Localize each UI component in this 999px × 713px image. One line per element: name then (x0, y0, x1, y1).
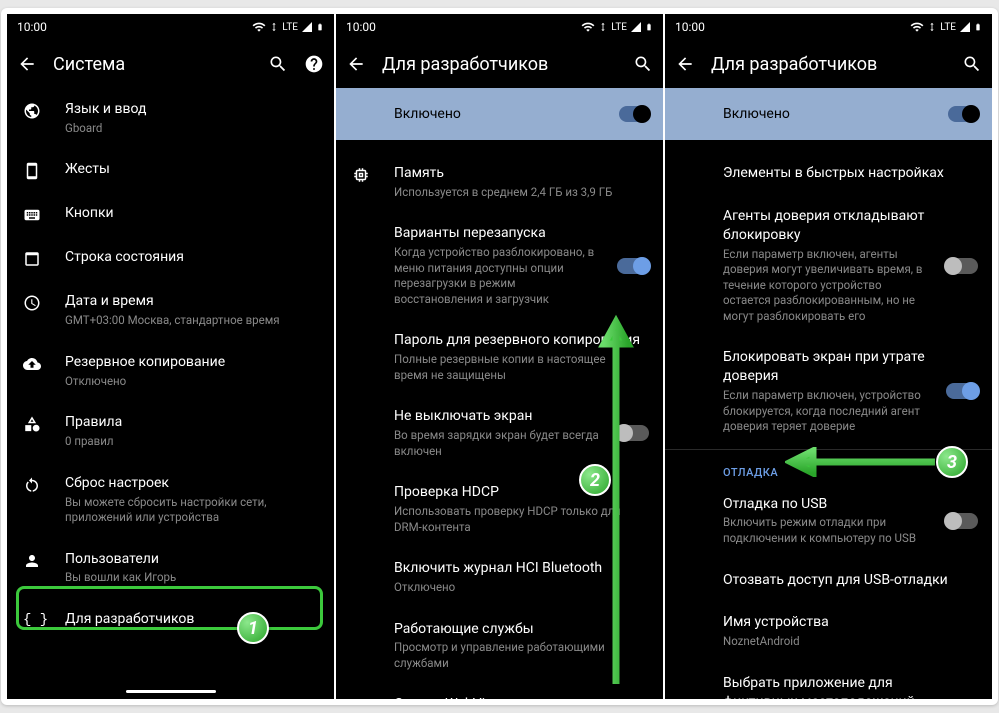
app-bar: Система (7, 40, 334, 88)
item-reset[interactable]: Сброс настроекВы можете сбросить настрой… (7, 462, 334, 538)
rules-icon (23, 415, 41, 433)
gesture-icon (23, 162, 41, 180)
signal-arrows-icon (269, 22, 279, 32)
item-memory[interactable]: ПамятьИспользуется в среднем 2,4 ГБ из 3… (336, 152, 663, 212)
status-time: 10:00 (346, 20, 376, 34)
master-toggle[interactable]: Включено (336, 88, 663, 140)
app-bar: Для разработчиков (665, 40, 992, 88)
battery-icon (974, 20, 982, 34)
network-type: LTE (282, 22, 298, 33)
app-title: Для разработчиков (711, 54, 946, 75)
screen-2: 10:00 LTE Для разработчиков Включено Пам… (336, 14, 663, 699)
chip-icon (352, 166, 370, 184)
battery-icon (645, 20, 653, 34)
search-icon[interactable] (633, 54, 653, 74)
signal-icon (959, 21, 971, 33)
network-type: LTE (611, 22, 627, 33)
wifi-icon (252, 20, 266, 34)
cloud-icon (23, 355, 41, 373)
search-icon[interactable] (962, 54, 982, 74)
app-title: Система (53, 54, 252, 75)
item-statusbar[interactable]: Строка состояния (7, 236, 334, 280)
app-bar: Для разработчиков (336, 40, 663, 88)
status-bar: 10:00 LTE (7, 14, 334, 40)
signal-icon (301, 21, 313, 33)
buttons-icon (23, 206, 41, 224)
switch-lock[interactable] (946, 383, 978, 399)
status-time: 10:00 (17, 20, 47, 34)
master-switch[interactable] (619, 106, 649, 122)
arrow-left (785, 447, 935, 477)
search-icon[interactable] (268, 54, 288, 74)
master-switch[interactable] (948, 106, 978, 122)
wifi-icon (581, 20, 595, 34)
badge-2: 2 (579, 464, 611, 496)
item-developer-options[interactable]: { } Для разработчиков (7, 598, 334, 641)
item-webview[interactable]: Сервис WebView (336, 683, 663, 699)
switch-usb[interactable] (946, 513, 978, 529)
image-container: 10:00 LTE Система Язык и вводGboard Жест… (1, 8, 998, 705)
item-device-name[interactable]: Имя устройстваNoznetAndroid (665, 601, 992, 661)
developer-list[interactable]: Включено Элементы в быстрых настройках А… (665, 88, 992, 699)
item-language[interactable]: Язык и вводGboard (7, 88, 334, 148)
item-datetime[interactable]: Дата и времяGMT+03:00 Москва, стандартно… (7, 280, 334, 340)
status-time: 10:00 (675, 20, 705, 34)
item-restart-options[interactable]: Варианты перезапускаКогда устройство раз… (336, 212, 663, 319)
signal-icon (630, 21, 642, 33)
arrow-up (596, 314, 636, 684)
badge-1: 1 (237, 612, 269, 644)
item-backup[interactable]: Резервное копированиеОтключено (7, 341, 334, 401)
switch-restart[interactable] (617, 258, 649, 274)
network-type: LTE (940, 22, 956, 33)
screen-3: 10:00 LTE Для разработчиков Включено Эле… (665, 14, 992, 699)
back-icon[interactable] (17, 54, 37, 74)
reset-icon (23, 476, 41, 494)
status-icons: LTE (581, 20, 653, 34)
switch-trust[interactable] (946, 258, 978, 274)
globe-icon (23, 102, 41, 120)
status-bar: 10:00 LTE (665, 14, 992, 40)
badge-3: 3 (936, 446, 968, 478)
item-usb-debug[interactable]: Отладка по USBВключить режим отладки при… (665, 483, 992, 559)
app-title: Для разработчиков (382, 54, 617, 75)
settings-list[interactable]: Язык и вводGboard Жесты Кнопки Строка со… (7, 88, 334, 699)
status-icons: LTE (910, 20, 982, 34)
clock-icon (23, 294, 41, 312)
back-icon[interactable] (675, 54, 695, 74)
item-users[interactable]: ПользователиВы вошли как Игорь (7, 538, 334, 598)
master-toggle[interactable]: Включено (665, 88, 992, 140)
braces-icon: { } (23, 612, 48, 629)
item-gestures[interactable]: Жесты (7, 148, 334, 192)
help-icon[interactable] (304, 54, 324, 74)
nav-handle (126, 690, 216, 693)
status-bar: 10:00 LTE (336, 14, 663, 40)
battery-icon (316, 20, 324, 34)
screen-1: 10:00 LTE Система Язык и вводGboard Жест… (7, 14, 334, 699)
signal-arrows-icon (927, 22, 937, 32)
rect-icon (23, 250, 41, 268)
item-revoke-usb[interactable]: Отозвать доступ для USB-отладки (665, 559, 992, 602)
user-icon (23, 552, 41, 570)
signal-arrows-icon (598, 22, 608, 32)
item-trust-agents[interactable]: Агенты доверия откладывают блокировкуЕсл… (665, 195, 992, 336)
item-quicksettings[interactable]: Элементы в быстрых настройках (665, 152, 992, 195)
item-lock-screen[interactable]: Блокировать экран при утрате доверияЕсли… (665, 336, 992, 446)
wifi-icon (910, 20, 924, 34)
back-icon[interactable] (346, 54, 366, 74)
status-icons: LTE (252, 20, 324, 34)
item-rules[interactable]: Правила0 правил (7, 401, 334, 461)
item-buttons[interactable]: Кнопки (7, 192, 334, 236)
item-mock-location[interactable]: Выбрать приложение для фиктивных местопо… (665, 662, 992, 699)
